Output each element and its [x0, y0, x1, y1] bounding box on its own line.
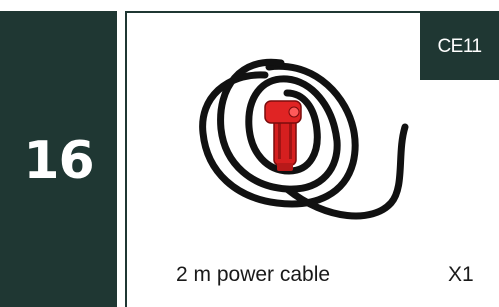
item-label: 2 m power cable [176, 263, 331, 286]
item-index-number: 16 [23, 131, 94, 191]
item-card: CE11 2 m power cable X1 [125, 11, 499, 307]
item-code-badge: CE11 [420, 13, 499, 80]
index-panel: 16 [0, 11, 117, 307]
plug-shape [264, 100, 302, 171]
item-quantity: X1 [448, 263, 474, 286]
coiled-power-cable-icon [199, 58, 409, 220]
